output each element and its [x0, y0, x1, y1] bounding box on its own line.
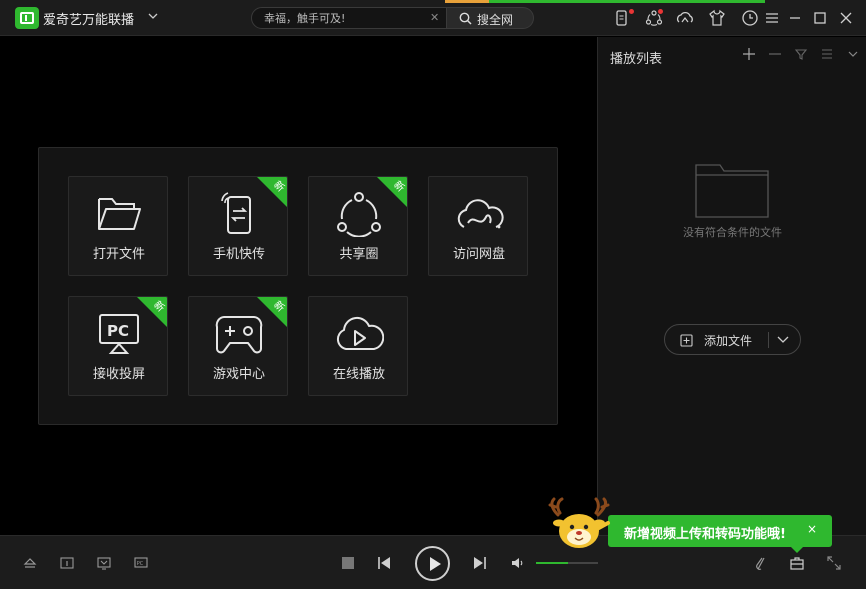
maximize-icon[interactable] — [812, 10, 828, 26]
tile-label: 共享圈 — [339, 247, 379, 262]
search-clear-icon[interactable]: ✕ — [430, 11, 442, 25]
app-window: 爱奇艺万能联播 ✕ 搜全网 打开文件 手机快传 — [0, 0, 866, 589]
notification-toast[interactable]: 新增视频上传和转码功能哦! × — [608, 515, 832, 553]
launcher-panel: 打开文件 手机快传 新 共享圈 新 访问网盘 PC 接收投屏 新 游戏中心 新 … — [38, 147, 558, 425]
tile-game-center[interactable]: 游戏中心 新 — [188, 296, 288, 396]
play-button[interactable] — [415, 546, 450, 581]
previous-icon[interactable] — [376, 555, 392, 571]
clip-icon[interactable] — [753, 555, 769, 571]
remove-icon[interactable] — [768, 47, 782, 61]
playlist-title: 播放列表 — [610, 52, 663, 67]
top-accent-bar — [445, 0, 489, 3]
search-icon — [459, 12, 472, 25]
volume-slider[interactable] — [536, 562, 598, 564]
divider — [768, 332, 769, 348]
cloud-drive-icon — [457, 199, 504, 229]
title-bar: 爱奇艺万能联播 ✕ 搜全网 — [0, 0, 866, 36]
next-icon[interactable] — [472, 555, 488, 571]
svg-text:PC: PC — [107, 322, 129, 340]
stop-icon[interactable] — [340, 555, 356, 571]
info-icon[interactable] — [59, 555, 75, 571]
search-input[interactable] — [264, 10, 429, 26]
app-title[interactable]: 爱奇艺万能联播 — [43, 9, 134, 28]
tile-receive-cast[interactable]: PC 接收投屏 新 — [68, 296, 168, 396]
chevron-down-icon[interactable] — [846, 47, 860, 61]
add-file-button[interactable]: 添加文件 — [664, 324, 801, 355]
cloud-play-icon — [336, 316, 384, 350]
skin-shirt-icon[interactable] — [708, 9, 726, 27]
tile-label: 接收投屏 — [92, 367, 145, 382]
close-icon[interactable] — [838, 10, 854, 26]
notification-dot — [658, 9, 663, 14]
minimize-icon[interactable] — [787, 10, 803, 26]
tile-label: 访问网盘 — [452, 247, 505, 262]
folder-open-icon — [98, 198, 141, 230]
playlist-panel: 播放列表 没有符合条件的文件 添加文件 — [597, 37, 866, 535]
add-file-label: 添加文件 — [704, 334, 753, 348]
search-all-label: 搜全网 — [477, 13, 514, 27]
pc-screen-icon[interactable]: PC — [133, 555, 149, 571]
tile-label: 手机快传 — [212, 247, 265, 262]
fullscreen-icon[interactable] — [826, 555, 842, 571]
tile-cloud-drive[interactable]: 访问网盘 — [428, 176, 528, 276]
tile-online-play[interactable]: 在线播放 — [308, 296, 408, 396]
chevron-down-icon[interactable] — [776, 334, 790, 346]
mascot-deer-icon — [548, 497, 610, 548]
play-icon — [430, 557, 441, 571]
tile-share-circle[interactable]: 共享圈 新 — [308, 176, 408, 276]
filter-icon[interactable] — [794, 47, 808, 61]
app-logo-icon — [15, 7, 39, 29]
volume-slider-fill — [536, 562, 569, 564]
top-accent-bar — [489, 0, 765, 3]
chevron-down-icon[interactable] — [147, 10, 159, 22]
toast-message: 新增视频上传和转码功能哦! — [624, 527, 786, 542]
playlist-empty-text: 没有符合条件的文件 — [683, 226, 782, 239]
add-file-icon — [680, 334, 693, 347]
add-icon[interactable] — [742, 47, 756, 61]
history-clock-icon[interactable] — [741, 9, 759, 27]
toast-close-icon[interactable]: × — [807, 522, 821, 538]
subtitle-icon[interactable] — [96, 555, 112, 571]
tile-open-file[interactable]: 打开文件 — [68, 176, 168, 276]
notification-dot — [629, 9, 634, 14]
tile-label: 打开文件 — [92, 247, 145, 262]
tile-phone-transfer[interactable]: 手机快传 新 — [188, 176, 288, 276]
tile-label: 游戏中心 — [212, 367, 265, 382]
eject-icon[interactable] — [22, 555, 38, 571]
svg-text:PC: PC — [137, 561, 144, 567]
search-box: ✕ — [251, 7, 447, 29]
list-icon[interactable] — [820, 47, 834, 61]
search-all-button[interactable]: 搜全网 — [447, 7, 534, 29]
empty-folder-icon — [695, 164, 769, 218]
volume-icon[interactable] — [510, 555, 526, 571]
cloud-icon[interactable] — [676, 9, 694, 27]
menu-icon[interactable] — [764, 10, 780, 26]
tile-label: 在线播放 — [332, 367, 385, 382]
toolbox-icon[interactable] — [789, 555, 805, 571]
